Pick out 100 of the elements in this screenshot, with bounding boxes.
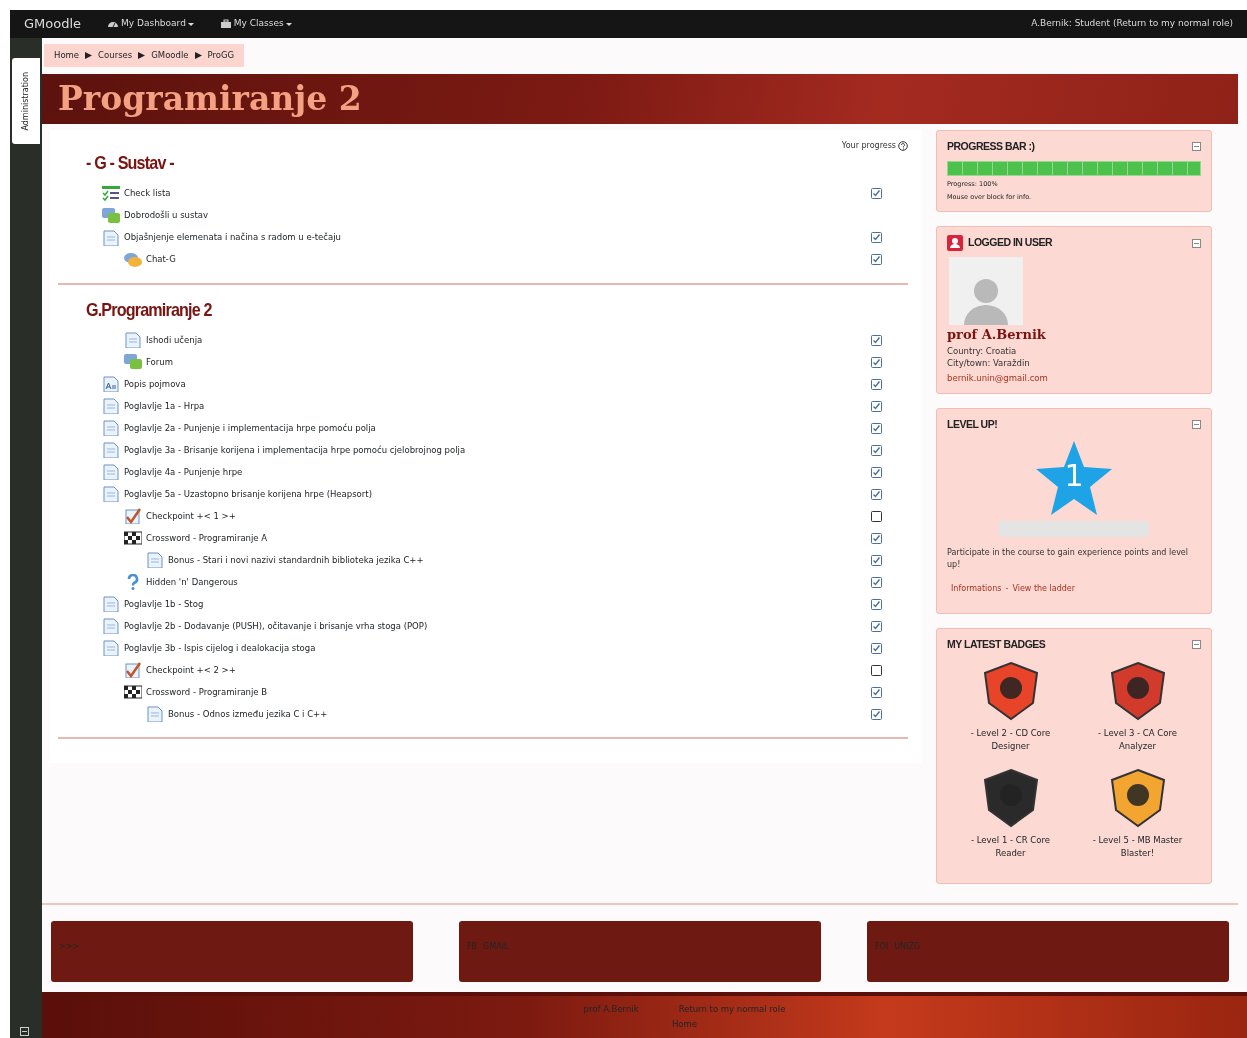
document-icon [146,706,164,723]
activity-link[interactable]: Poglavlje 1b - Stog [102,596,204,613]
activity-link[interactable]: Objašnjenje elemenata i načina s radom u e-tečaju [102,229,341,246]
brand-logo[interactable]: GMoodle [24,14,82,34]
administration-tab[interactable]: Administration [12,58,40,144]
completion-checkbox[interactable] [871,598,882,610]
triangle-icon [138,51,146,59]
dropdown-menu-button[interactable]: My Dashboard [107,17,194,31]
activity-link[interactable]: Dobrodošli u sustav [102,207,208,224]
activity-link[interactable]: Ishodi učenja [124,332,203,349]
user-detail: Country: Croatia [947,344,1018,358]
activity-link[interactable]: Poglavlje 5a - Uzastopno brisanje korijena hrpe (Heapsort) [102,486,372,503]
completion-checkbox[interactable] [871,400,882,412]
user-icon [947,235,963,251]
collapse-icon[interactable] [1192,142,1201,152]
speech-bubbles-icon [124,354,142,371]
completion-checkbox[interactable] [871,356,882,368]
document-icon [102,640,120,657]
activity-link[interactable]: Chat-G [124,251,176,268]
activity-link[interactable]: Hidden 'n' Dangerous [124,574,238,591]
block-link[interactable]: Informations [951,582,1002,595]
section-heading: - G - Sustav - [86,151,175,175]
badge-link[interactable]: - Level 1 - CR Core Reader [960,833,1061,861]
help-icon [898,140,908,151]
block-title: MY LATEST BADGES [947,636,1046,652]
completion-checkbox[interactable] [871,620,882,632]
activity-link[interactable]: Crossword - Programiranje B [124,684,268,701]
collapse-icon[interactable] [1192,420,1201,430]
triangle-icon [194,51,202,59]
completion-checkbox[interactable] [871,254,882,266]
completion-checkbox[interactable] [871,466,882,478]
completion-checkbox[interactable] [871,334,882,346]
separator-text: - [1005,582,1009,595]
completion-checkbox[interactable] [871,422,882,434]
block-title: PROGRESS BAR :) [947,138,1035,154]
completion-checkbox[interactable] [871,510,882,522]
document-icon [146,552,164,569]
activity-link[interactable]: Checkpoint +< 2 >+ [124,662,236,679]
email-link[interactable]: bernik.unin@gmail.com [947,373,1048,383]
completion-checkbox[interactable] [871,532,882,544]
badge-link[interactable]: - Level 5 - MB Master Blaster! [1087,833,1188,861]
completion-checkbox[interactable] [871,576,882,588]
activity-link[interactable]: Check lista [102,185,171,202]
activity-link[interactable]: Crossword - Programiranje A [124,530,268,547]
document-icon [102,464,120,481]
activity-link[interactable]: Poglavlje 3a - Brisanje korijena i implementacija hrpe pomoću cjelobrojnog polja [102,442,466,459]
block-title: LOGGED IN USER [968,235,1052,251]
glossary-icon [102,376,120,393]
completion-checkbox[interactable] [871,708,882,720]
breadcrumb-link[interactable]: ProGG [207,49,235,62]
completion-checkbox[interactable] [871,444,882,456]
activity-link[interactable]: Poglavlje 3b - Ispis cijelog i dealokacija stoga [102,640,316,657]
completion-checkbox[interactable] [871,642,882,654]
level-up-text: Participate in the course to gain experience points and level up! [947,546,1189,571]
block-link[interactable]: View the ladder [1012,582,1076,595]
breadcrumb-link[interactable]: GMoodle [151,49,189,62]
document-icon [102,486,120,503]
document-icon [124,332,142,349]
document-icon [102,442,120,459]
completion-checkbox[interactable] [871,554,882,566]
document-icon [102,229,120,246]
document-icon [102,420,120,437]
grid-icon [124,684,142,701]
completion-checkbox[interactable] [871,378,882,390]
gauge-icon [107,19,120,29]
dock-icon [20,1027,29,1036]
breadcrumb-link[interactable]: Home [54,49,80,62]
completion-checkbox[interactable] [871,686,882,698]
user-name: prof A.Bernik [947,326,1047,344]
briefcase-icon [219,19,232,29]
activity-link[interactable]: Forum [124,354,173,371]
dropdown-menu-button[interactable]: My Classes [219,17,292,31]
user-detail: City/town: Varaždin [947,357,1031,370]
badge-link[interactable]: - Level 2 - CD Core Designer [960,726,1061,754]
caret-icon [187,22,194,26]
checklist-icon [102,185,120,202]
activity-link[interactable]: Poglavlje 2a - Punjenje i implementacija hrpe pomoću polja [102,420,376,437]
activity-link[interactable]: Bonus - Odnos između jezika C i C++ [146,706,328,723]
collapse-icon[interactable] [1192,238,1201,248]
activity-link[interactable]: Popis pojmova [102,376,186,393]
collapse-icon[interactable] [1192,640,1201,650]
checkmark-document-icon [124,662,142,679]
block-title: LEVEL UP! [947,417,998,432]
breadcrumb-link[interactable]: Courses [98,49,133,62]
completion-checkbox[interactable] [871,664,882,676]
user-role-link[interactable]: A.Bernik: Student (Return to my normal role) [1031,17,1233,31]
document-icon [102,618,120,635]
course-title: Programiranje 2 [58,78,362,119]
activity-link[interactable]: Poglavlje 1a - Hrpa [102,398,205,415]
completion-checkbox[interactable] [871,488,882,500]
section-heading: G.Programiranje 2 [86,298,213,322]
activity-link[interactable]: Poglavlje 4a - Punjenje hrpe [102,464,243,481]
completion-checkbox[interactable] [871,232,882,244]
badge-link[interactable]: - Level 3 - CA Core Analyzer [1087,726,1188,754]
activity-link[interactable]: Poglavlje 2b - Dodavanje (PUSH), očitavanje i brisanje vrha stoga (POP) [102,618,428,635]
caret-icon [285,22,292,26]
completion-checkbox[interactable] [871,188,882,200]
level-number: 1 [1064,456,1084,495]
activity-link[interactable]: Bonus - Stari i novi nazivi standardnih biblioteka jezika C++ [146,552,424,569]
activity-link[interactable]: Checkpoint +< 1 >+ [124,508,236,525]
